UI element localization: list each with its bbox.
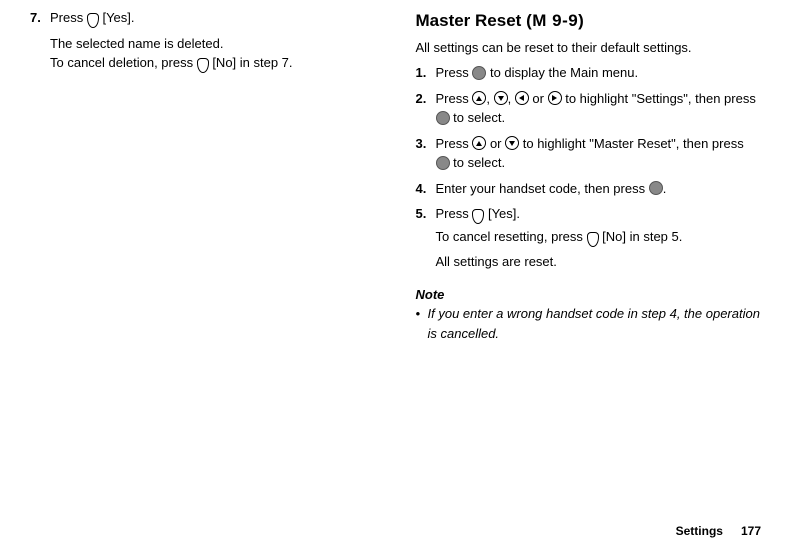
note-item: • If you enter a wrong handset code in s… [416,304,762,343]
note-label: Note [416,285,762,305]
menu-code: (M 9-9) [526,11,584,30]
step-number: 3. [416,134,436,176]
step-line: Press or to highlight "Master Reset", th… [436,134,762,173]
step-details: The selected name is deleted. To cancel … [50,34,376,73]
step-4: 4. Enter your handset code, then press . [416,179,762,202]
nav-up-icon [472,136,486,150]
text: or [529,91,548,106]
text: . [663,181,667,196]
section-heading: Master Reset (M 9-9) [416,8,762,34]
text: , [508,91,515,106]
cancel-text: To cancel deletion, press [No] in step 7… [50,53,376,73]
step-number: 1. [416,63,436,86]
step-body: Press or to highlight "Master Reset", th… [436,134,762,176]
nav-left-icon [515,91,529,105]
softkey-left-icon [87,13,99,28]
step-line: Press [Yes]. [436,204,762,224]
text: To cancel resetting, press [436,229,587,244]
text: [No] in step 5. [599,229,683,244]
step-body: Press [Yes]. [50,8,376,31]
right-column: Master Reset (M 9-9) All settings can be… [416,8,762,343]
center-key-icon [649,181,663,195]
cancel-text: To cancel resetting, press [No] in step … [436,227,762,247]
text: Press [436,91,473,106]
nav-right-icon [548,91,562,105]
text: [Yes]. [99,10,135,25]
text: Enter your handset code, then press [436,181,649,196]
step-number: 5. [416,204,436,275]
step-body: Enter your handset code, then press . [436,179,762,202]
intro-text: All settings can be reset to their defau… [416,38,762,58]
step-number: 2. [416,89,436,131]
step-line: Press [Yes]. [50,8,376,28]
text: to select. [450,110,506,125]
step-number: 4. [416,179,436,202]
text: Press [50,10,87,25]
step-body: Press [Yes]. To cancel resetting, press … [436,204,762,275]
heading-text: Master Reset [416,11,522,30]
text: to highlight "Settings", then press [562,91,756,106]
step-7: 7. Press [Yes]. [30,8,376,31]
step-line: Press , , or to highlight "Settings", th… [436,89,762,128]
step-line: Press to display the Main menu. [436,63,762,83]
step-5: 5. Press [Yes]. To cancel resetting, pre… [416,204,762,275]
nav-down-icon [494,91,508,105]
text: to highlight "Master Reset", then press [519,136,744,151]
result-text: The selected name is deleted. [50,34,376,54]
softkey-right-icon [197,58,209,73]
result-text: All settings are reset. [436,252,762,272]
center-key-icon [436,156,450,170]
text: Press [436,136,473,151]
text: Press [436,65,473,80]
text: to display the Main menu. [486,65,638,80]
center-key-icon [472,66,486,80]
step-1: 1. Press to display the Main menu. [416,63,762,86]
bullet: • [416,304,428,343]
page-number: 177 [741,524,761,538]
step-body: Press , , or to highlight "Settings", th… [436,89,762,131]
text: [No] in step 7. [209,55,293,70]
footer-label: Settings [676,524,723,538]
page-footer: Settings 177 [676,522,761,540]
center-key-icon [436,111,450,125]
text: , [486,91,493,106]
nav-up-icon [472,91,486,105]
text: To cancel deletion, press [50,55,197,70]
step-2: 2. Press , , or to highlight "Settings",… [416,89,762,131]
step-number: 7. [30,8,50,31]
text: Press [436,206,473,221]
step-body: Press to display the Main menu. [436,63,762,86]
step-3: 3. Press or to highlight "Master Reset",… [416,134,762,176]
softkey-left-icon [472,209,484,224]
text: or [486,136,505,151]
softkey-right-icon [587,232,599,247]
nav-down-icon [505,136,519,150]
text: [Yes]. [484,206,520,221]
note-text: If you enter a wrong handset code in ste… [428,304,762,343]
left-column: 7. Press [Yes]. The selected name is del… [30,8,376,343]
text: to select. [450,155,506,170]
step-line: Enter your handset code, then press . [436,179,762,199]
